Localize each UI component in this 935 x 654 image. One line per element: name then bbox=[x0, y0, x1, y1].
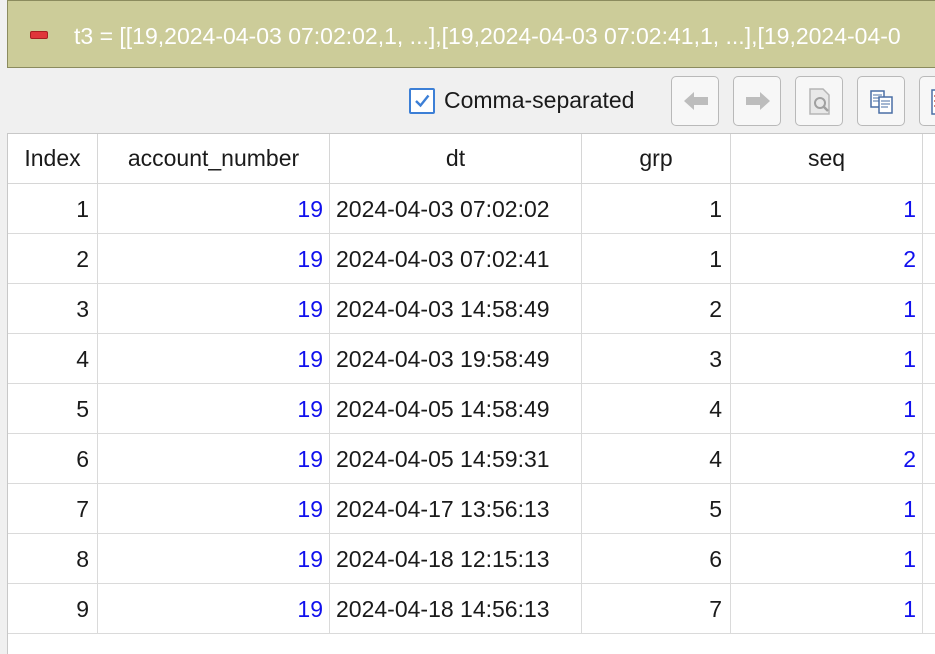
cell-extra[interactable] bbox=[923, 534, 935, 584]
checkmark-icon bbox=[415, 94, 430, 108]
cell-extra[interactable] bbox=[923, 584, 935, 634]
table-row[interactable]: 9 19 2024-04-18 14:56:13 7 1 bbox=[8, 584, 935, 634]
comma-separated-label[interactable]: Comma-separated bbox=[444, 86, 634, 114]
column-header-seq[interactable]: seq bbox=[731, 134, 923, 184]
copy-icon bbox=[870, 90, 893, 114]
cell-extra[interactable] bbox=[923, 434, 935, 484]
table-row[interactable]: 7 19 2024-04-17 13:56:13 5 1 bbox=[8, 484, 935, 534]
table-row[interactable]: 4 19 2024-04-03 19:58:49 3 1 bbox=[8, 334, 935, 384]
cell-dt[interactable]: 2024-04-17 13:56:13 bbox=[330, 484, 582, 534]
cell-seq[interactable]: 1 bbox=[731, 384, 923, 434]
cell-seq[interactable]: 2 bbox=[731, 234, 923, 284]
arrow-left-icon bbox=[684, 92, 708, 110]
column-header-grp[interactable]: grp bbox=[582, 134, 731, 184]
cell-account-number[interactable]: 19 bbox=[98, 334, 330, 384]
cell-extra[interactable] bbox=[923, 384, 935, 434]
variable-title: t3 = [[19,2024-04-03 07:02:02,1, ...],[1… bbox=[74, 23, 901, 49]
cell-dt[interactable]: 2024-04-03 07:02:02 bbox=[330, 184, 582, 234]
cell-extra[interactable] bbox=[923, 184, 935, 234]
cell-account-number[interactable]: 19 bbox=[98, 584, 330, 634]
collapse-icon[interactable] bbox=[30, 31, 48, 39]
cell-grp[interactable]: 2 bbox=[582, 284, 731, 334]
previous-button[interactable] bbox=[671, 76, 719, 126]
cell-grp[interactable]: 4 bbox=[582, 384, 731, 434]
data-table: Index account_number dt grp seq 1 19 2024-… bbox=[7, 133, 935, 654]
column-header-extra[interactable] bbox=[923, 134, 935, 184]
cell-account-number[interactable]: 19 bbox=[98, 434, 330, 484]
copy-button[interactable] bbox=[857, 76, 905, 126]
cell-index[interactable]: 2 bbox=[8, 234, 98, 284]
cell-index[interactable]: 4 bbox=[8, 334, 98, 384]
next-button[interactable] bbox=[733, 76, 781, 126]
cell-extra[interactable] bbox=[923, 284, 935, 334]
cell-dt[interactable]: 2024-04-03 14:58:49 bbox=[330, 284, 582, 334]
cell-account-number[interactable]: 19 bbox=[98, 284, 330, 334]
export-button[interactable] bbox=[919, 76, 935, 126]
cell-grp[interactable]: 3 bbox=[582, 334, 731, 384]
cell-dt[interactable]: 2024-04-03 19:58:49 bbox=[330, 334, 582, 384]
find-icon bbox=[809, 88, 830, 115]
cell-extra[interactable] bbox=[923, 334, 935, 384]
cell-index[interactable]: 7 bbox=[8, 484, 98, 534]
cell-account-number[interactable]: 19 bbox=[98, 384, 330, 434]
table-row[interactable]: 1 19 2024-04-03 07:02:02 1 1 bbox=[8, 184, 935, 234]
cell-seq[interactable]: 1 bbox=[731, 534, 923, 584]
column-header-index[interactable]: Index bbox=[8, 134, 98, 184]
cell-grp[interactable]: 1 bbox=[582, 234, 731, 284]
table-row[interactable]: 8 19 2024-04-18 12:15:13 6 1 bbox=[8, 534, 935, 584]
cell-grp[interactable]: 1 bbox=[582, 184, 731, 234]
cell-index[interactable]: 6 bbox=[8, 434, 98, 484]
cell-index[interactable]: 3 bbox=[8, 284, 98, 334]
cell-account-number[interactable]: 19 bbox=[98, 484, 330, 534]
cell-index[interactable]: 1 bbox=[8, 184, 98, 234]
cell-index[interactable]: 8 bbox=[8, 534, 98, 584]
cell-grp[interactable]: 7 bbox=[582, 584, 731, 634]
cell-dt[interactable]: 2024-04-18 14:56:13 bbox=[330, 584, 582, 634]
cell-dt[interactable]: 2024-04-05 14:58:49 bbox=[330, 384, 582, 434]
cell-seq[interactable]: 1 bbox=[731, 484, 923, 534]
cell-dt[interactable]: 2024-04-03 07:02:41 bbox=[330, 234, 582, 284]
table-row[interactable]: 5 19 2024-04-05 14:58:49 4 1 bbox=[8, 384, 935, 434]
cell-seq[interactable]: 1 bbox=[731, 284, 923, 334]
table-row[interactable]: 6 19 2024-04-05 14:59:31 4 2 bbox=[8, 434, 935, 484]
cell-account-number[interactable]: 19 bbox=[98, 184, 330, 234]
cell-seq[interactable]: 1 bbox=[731, 584, 923, 634]
cell-grp[interactable]: 4 bbox=[582, 434, 731, 484]
variable-title-bar: t3 = [[19,2024-04-03 07:02:02,1, ...],[1… bbox=[7, 0, 935, 68]
cell-index[interactable]: 9 bbox=[8, 584, 98, 634]
column-header-dt[interactable]: dt bbox=[330, 134, 582, 184]
comma-separated-checkbox[interactable] bbox=[409, 88, 435, 114]
cell-dt[interactable]: 2024-04-05 14:59:31 bbox=[330, 434, 582, 484]
cell-seq[interactable]: 1 bbox=[731, 184, 923, 234]
cell-account-number[interactable]: 19 bbox=[98, 534, 330, 584]
cell-grp[interactable]: 6 bbox=[582, 534, 731, 584]
cell-account-number[interactable]: 19 bbox=[98, 234, 330, 284]
cell-extra[interactable] bbox=[923, 484, 935, 534]
cell-grp[interactable]: 5 bbox=[582, 484, 731, 534]
arrow-right-icon bbox=[746, 92, 770, 110]
table-row[interactable]: 3 19 2024-04-03 14:58:49 2 1 bbox=[8, 284, 935, 334]
column-header-account-number[interactable]: account_number bbox=[98, 134, 330, 184]
cell-seq[interactable]: 2 bbox=[731, 434, 923, 484]
cell-seq[interactable]: 1 bbox=[731, 334, 923, 384]
cell-dt[interactable]: 2024-04-18 12:15:13 bbox=[330, 534, 582, 584]
cell-index[interactable]: 5 bbox=[8, 384, 98, 434]
spreadsheet-icon bbox=[931, 89, 935, 115]
cell-extra[interactable] bbox=[923, 234, 935, 284]
table-row[interactable]: 2 19 2024-04-03 07:02:41 1 2 bbox=[8, 234, 935, 284]
find-button[interactable] bbox=[795, 76, 843, 126]
